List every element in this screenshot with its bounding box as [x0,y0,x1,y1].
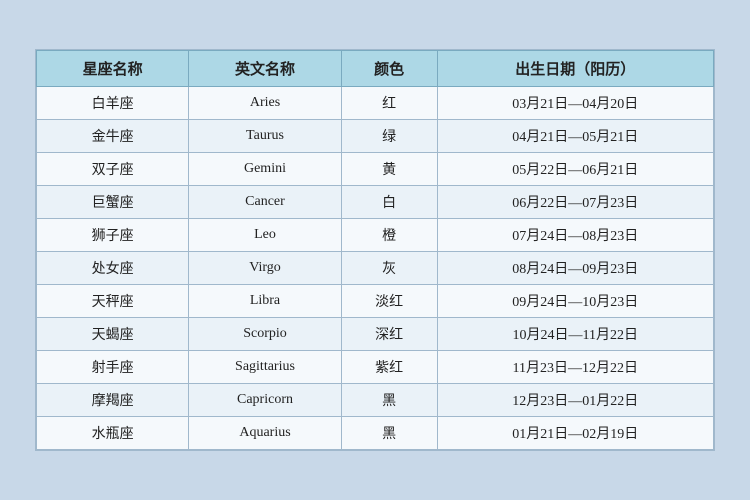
table-row: 摩羯座Capricorn黑12月23日—01月22日 [37,384,714,417]
cell-dates: 06月22日—07月23日 [437,186,713,219]
table-row: 天蝎座Scorpio深红10月24日—11月22日 [37,318,714,351]
table-row: 射手座Sagittarius紫红11月23日—12月22日 [37,351,714,384]
cell-dates: 08月24日—09月23日 [437,252,713,285]
cell-color: 深红 [341,318,437,351]
cell-dates: 01月21日—02月19日 [437,417,713,450]
cell-color: 紫红 [341,351,437,384]
cell-dates: 05月22日—06月21日 [437,153,713,186]
zodiac-table-container: 星座名称 英文名称 颜色 出生日期（阳历） 白羊座Aries红03月21日—04… [35,49,715,451]
header-dates: 出生日期（阳历） [437,51,713,87]
cell-english-name: Sagittarius [189,351,341,384]
cell-english-name: Scorpio [189,318,341,351]
table-header-row: 星座名称 英文名称 颜色 出生日期（阳历） [37,51,714,87]
table-row: 金牛座Taurus绿04月21日—05月21日 [37,120,714,153]
cell-chinese-name: 巨蟹座 [37,186,189,219]
table-row: 白羊座Aries红03月21日—04月20日 [37,87,714,120]
cell-chinese-name: 处女座 [37,252,189,285]
cell-dates: 07月24日—08月23日 [437,219,713,252]
cell-chinese-name: 水瓶座 [37,417,189,450]
cell-chinese-name: 天蝎座 [37,318,189,351]
cell-english-name: Aquarius [189,417,341,450]
table-row: 狮子座Leo橙07月24日—08月23日 [37,219,714,252]
cell-english-name: Libra [189,285,341,318]
cell-chinese-name: 摩羯座 [37,384,189,417]
cell-english-name: Virgo [189,252,341,285]
cell-color: 黑 [341,384,437,417]
cell-color: 红 [341,87,437,120]
cell-english-name: Gemini [189,153,341,186]
cell-color: 黑 [341,417,437,450]
table-row: 水瓶座Aquarius黑01月21日—02月19日 [37,417,714,450]
cell-color: 绿 [341,120,437,153]
table-row: 巨蟹座Cancer白06月22日—07月23日 [37,186,714,219]
cell-english-name: Cancer [189,186,341,219]
cell-color: 灰 [341,252,437,285]
cell-chinese-name: 天秤座 [37,285,189,318]
cell-english-name: Aries [189,87,341,120]
header-english-name: 英文名称 [189,51,341,87]
table-row: 双子座Gemini黄05月22日—06月21日 [37,153,714,186]
cell-chinese-name: 双子座 [37,153,189,186]
cell-color: 淡红 [341,285,437,318]
cell-dates: 09月24日—10月23日 [437,285,713,318]
cell-english-name: Leo [189,219,341,252]
header-color: 颜色 [341,51,437,87]
cell-dates: 04月21日—05月21日 [437,120,713,153]
cell-color: 黄 [341,153,437,186]
cell-chinese-name: 狮子座 [37,219,189,252]
cell-chinese-name: 白羊座 [37,87,189,120]
table-row: 天秤座Libra淡红09月24日—10月23日 [37,285,714,318]
table-row: 处女座Virgo灰08月24日—09月23日 [37,252,714,285]
cell-dates: 10月24日—11月22日 [437,318,713,351]
table-body: 白羊座Aries红03月21日—04月20日金牛座Taurus绿04月21日—0… [37,87,714,450]
cell-color: 橙 [341,219,437,252]
cell-dates: 12月23日—01月22日 [437,384,713,417]
cell-dates: 11月23日—12月22日 [437,351,713,384]
cell-dates: 03月21日—04月20日 [437,87,713,120]
cell-color: 白 [341,186,437,219]
cell-chinese-name: 射手座 [37,351,189,384]
header-chinese-name: 星座名称 [37,51,189,87]
cell-chinese-name: 金牛座 [37,120,189,153]
cell-english-name: Taurus [189,120,341,153]
zodiac-table: 星座名称 英文名称 颜色 出生日期（阳历） 白羊座Aries红03月21日—04… [36,50,714,450]
cell-english-name: Capricorn [189,384,341,417]
